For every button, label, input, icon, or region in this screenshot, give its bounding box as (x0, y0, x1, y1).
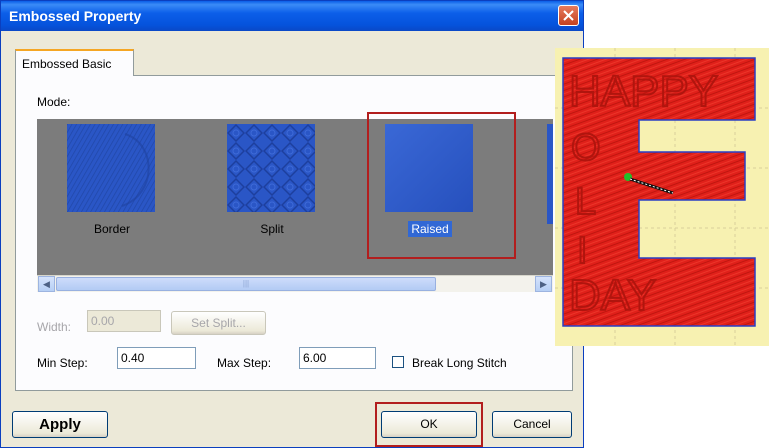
dialog-title: Embossed Property (9, 8, 142, 24)
split-pattern-icon (227, 124, 315, 212)
preview-text-day: DAY (569, 271, 656, 320)
mode-raised[interactable]: Raised (375, 119, 485, 269)
mode-gallery: Border Split Raised (37, 119, 553, 275)
mode-label-split: Split (260, 222, 284, 236)
mode-label: Mode: (37, 95, 71, 109)
preview-text-o: O (571, 127, 601, 169)
border-swatch (67, 124, 155, 212)
scroll-left-button[interactable]: ◀ (38, 276, 55, 292)
preview-text-happy: HAPPY (569, 67, 718, 116)
scroll-right-button[interactable]: ▶ (535, 276, 552, 292)
cancel-button[interactable]: Cancel (492, 411, 572, 438)
mode-label-raised: Raised (375, 221, 485, 237)
min-step-label: Min Step: (37, 356, 88, 370)
raised-swatch (385, 124, 473, 212)
scroll-thumb[interactable]: ||| (56, 277, 436, 291)
embroidery-preview: HAPPY O L I DAY (555, 48, 769, 346)
max-step-input[interactable]: 6.00 (299, 347, 376, 369)
ok-button[interactable]: OK (381, 411, 477, 438)
max-step-label: Max Step: (217, 356, 272, 370)
width-input[interactable]: 0.00 (87, 310, 161, 332)
close-icon (563, 10, 574, 21)
apply-button[interactable]: Apply (12, 411, 108, 438)
mode-scrollbar[interactable]: ◀ ||| ▶ (37, 275, 553, 292)
break-long-stitch-checkbox[interactable] (392, 356, 404, 368)
width-label: Width: (37, 320, 72, 334)
mode-border[interactable]: Border (57, 119, 167, 269)
break-long-stitch-label: Break Long Stitch (412, 356, 507, 370)
min-step-input[interactable]: 0.40 (117, 347, 196, 369)
set-split-button[interactable]: Set Split... (171, 311, 266, 335)
preview-text-l: L (575, 181, 596, 223)
mode-split[interactable]: Split (217, 119, 327, 269)
embroidery-canvas: HAPPY O L I DAY (555, 48, 769, 346)
close-button[interactable] (558, 5, 579, 26)
title-bar[interactable]: Embossed Property (1, 1, 583, 31)
next-mode-swatch-partial (547, 124, 553, 224)
preview-text-i: I (577, 230, 588, 272)
embossed-property-dialog: Embossed Property Embossed Basic Mode: B… (0, 0, 584, 448)
mode-label-border: Border (93, 222, 131, 236)
border-pattern-icon (67, 124, 155, 212)
split-swatch (227, 124, 315, 212)
raised-pattern-icon (385, 124, 473, 212)
tab-embossed-basic[interactable]: Embossed Basic (15, 49, 134, 76)
